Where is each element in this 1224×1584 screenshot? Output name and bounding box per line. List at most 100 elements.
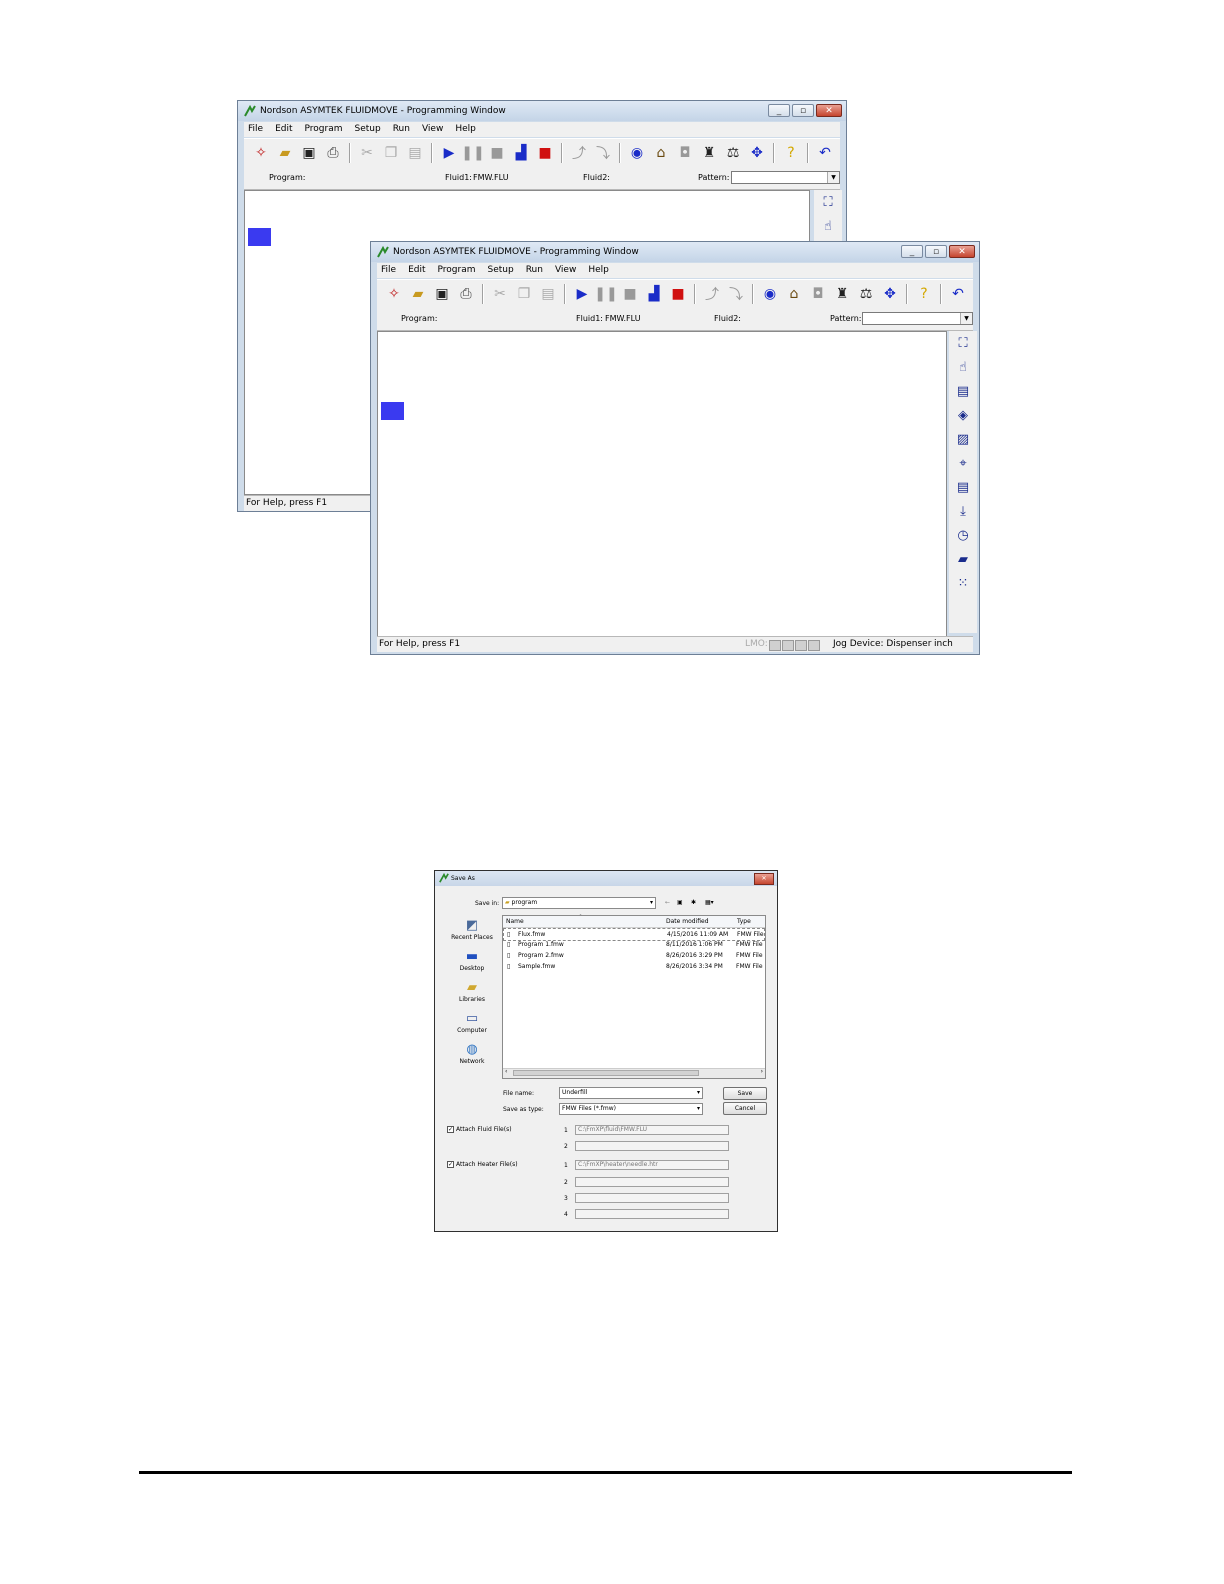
paste-icon[interactable]: ▤ xyxy=(537,283,559,305)
list-icon[interactable]: ▤ xyxy=(949,475,977,499)
menu-help[interactable]: Help xyxy=(588,263,609,278)
file-row[interactable]: ▯ Program 2.fmw 8/26/2016 3:29 PM FMW Fi… xyxy=(503,950,765,961)
menu-run[interactable]: Run xyxy=(393,122,410,137)
scroll-right-icon[interactable]: › xyxy=(761,1068,763,1075)
camera-icon[interactable]: ◘ xyxy=(674,142,696,164)
attach-fluid-field-1[interactable]: C:\FmXP\fluid\FMW.FLU xyxy=(575,1125,729,1135)
place-libraries[interactable]: ▰ Libraries xyxy=(449,979,495,1004)
place-desktop[interactable]: ▬ Desktop xyxy=(449,948,495,973)
chevron-down-icon[interactable]: ▾ xyxy=(697,1088,700,1098)
pattern-dropdown[interactable]: ▼ xyxy=(731,171,840,184)
new-folder-icon[interactable]: ✱ xyxy=(691,899,696,906)
title-bar[interactable]: Nordson ASYMTEK FLUIDMOVE - Programming … xyxy=(371,242,979,262)
menu-program[interactable]: Program xyxy=(438,263,476,278)
file-list[interactable]: Name ^ Date modified Type ▯ Flux.fmw 4/1… xyxy=(502,914,766,1079)
jog-icon[interactable]: ✥ xyxy=(746,142,768,164)
chevron-down-icon[interactable]: ▼ xyxy=(960,313,972,324)
move-right-icon[interactable]: ⤵ xyxy=(592,142,614,164)
minimize-button[interactable]: _ xyxy=(901,245,923,258)
stop-icon[interactable]: ■ xyxy=(486,142,508,164)
file-row[interactable]: ▯ Program 1.fmw 8/11/2016 1:06 PM FMW Fi… xyxy=(503,939,765,950)
menu-program[interactable]: Program xyxy=(305,122,343,137)
run-icon[interactable]: ▶ xyxy=(571,283,593,305)
fiducial-icon[interactable]: ⤓ xyxy=(949,499,977,523)
place-recent[interactable]: ◩ Recent Places xyxy=(449,917,495,942)
attach-heater-field-3[interactable] xyxy=(575,1193,729,1203)
back-icon[interactable]: ← xyxy=(665,899,670,906)
program-canvas[interactable] xyxy=(377,331,947,637)
restore-button[interactable]: ▫ xyxy=(925,245,947,258)
abort-icon[interactable]: ■ xyxy=(667,283,689,305)
close-button[interactable]: ✕ xyxy=(949,245,975,258)
attach-heater-field-1[interactable]: C:\FmXP\heater\needle.htr xyxy=(575,1160,729,1170)
attach-fluid-checkbox[interactable]: ✓ xyxy=(447,1126,454,1133)
move-up-icon[interactable]: ⤴ xyxy=(701,283,723,305)
dialog-title-bar[interactable]: Save As ✕ xyxy=(435,871,777,886)
needle-icon[interactable]: ♜ xyxy=(698,142,720,164)
align-icon[interactable]: ⌖ xyxy=(949,451,977,475)
help-icon[interactable]: ? xyxy=(913,283,935,305)
undo-icon[interactable]: ↶ xyxy=(947,283,969,305)
pause-icon[interactable]: ❚❚ xyxy=(594,283,617,305)
column-name[interactable]: Name xyxy=(506,918,524,925)
menu-edit[interactable]: Edit xyxy=(408,263,425,278)
camera-icon[interactable]: ◘ xyxy=(807,283,829,305)
home-icon[interactable]: ⌂ xyxy=(783,283,805,305)
home-icon[interactable]: ⌂ xyxy=(650,142,672,164)
needle-icon[interactable]: ♜ xyxy=(831,283,853,305)
move-right-icon[interactable]: ⤵ xyxy=(725,283,747,305)
menu-edit[interactable]: Edit xyxy=(275,122,292,137)
horizontal-scrollbar[interactable]: ‹ › xyxy=(503,1068,765,1078)
print-icon[interactable]: ⎙ xyxy=(455,283,477,305)
scroll-thumb[interactable] xyxy=(513,1070,699,1076)
calibrate-icon[interactable]: ⚖ xyxy=(722,142,744,164)
stop-icon[interactable]: ■ xyxy=(619,283,641,305)
column-date-modified[interactable]: Date modified xyxy=(666,918,709,925)
image-icon[interactable]: ▨ xyxy=(949,427,977,451)
chevron-down-icon[interactable]: ▼ xyxy=(827,172,839,183)
menu-view[interactable]: View xyxy=(422,122,443,137)
column-type[interactable]: Type xyxy=(737,918,751,925)
copy-icon[interactable]: ❐ xyxy=(380,142,402,164)
cut-icon[interactable]: ✂ xyxy=(356,142,378,164)
pause-icon[interactable]: ❚❚ xyxy=(461,142,484,164)
copy-icon[interactable]: ❐ xyxy=(513,283,535,305)
restore-button[interactable]: ▫ xyxy=(792,104,814,117)
attach-fluid-field-2[interactable] xyxy=(575,1141,729,1151)
chevron-down-icon[interactable]: ▾ xyxy=(697,1104,700,1114)
dispense-line-icon[interactable]: ⛶ xyxy=(814,190,842,214)
move-up-icon[interactable]: ⤴ xyxy=(568,142,590,164)
attach-heater-field-4[interactable] xyxy=(575,1209,729,1219)
scroll-left-icon[interactable]: ‹ xyxy=(505,1068,507,1075)
menu-setup[interactable]: Setup xyxy=(487,263,513,278)
pattern-dropdown[interactable]: ▼ xyxy=(862,312,973,325)
print-icon[interactable]: ⎙ xyxy=(322,142,344,164)
up-folder-icon[interactable]: ▣ xyxy=(677,899,683,906)
dispense-line-icon[interactable]: ⛶ xyxy=(949,331,977,355)
fluid-icon[interactable]: ◉ xyxy=(759,283,781,305)
teach-hand-icon[interactable]: ☝ xyxy=(949,355,977,379)
document-icon[interactable]: ▤ xyxy=(949,379,977,403)
tag-icon[interactable]: ◈ xyxy=(949,403,977,427)
jog-icon[interactable]: ✥ xyxy=(879,283,901,305)
teach-hand-icon[interactable]: ☝ xyxy=(814,214,842,238)
step-icon[interactable]: ▟ xyxy=(643,283,665,305)
menu-setup[interactable]: Setup xyxy=(354,122,380,137)
undo-icon[interactable]: ↶ xyxy=(814,142,836,164)
save-type-dropdown[interactable]: FMW Files (*.fmw) ▾ xyxy=(559,1103,703,1115)
attach-heater-field-2[interactable] xyxy=(575,1177,729,1187)
pattern-step-icon[interactable]: ▰ xyxy=(949,547,977,571)
title-bar[interactable]: Nordson ASYMTEK FLUIDMOVE - Programming … xyxy=(238,101,846,121)
cut-icon[interactable]: ✂ xyxy=(489,283,511,305)
save-in-dropdown[interactable]: ▰ program ▾ xyxy=(502,897,656,909)
save-icon[interactable]: ▣ xyxy=(298,142,320,164)
place-network[interactable]: ◍ Network xyxy=(449,1041,495,1066)
close-button[interactable]: ✕ xyxy=(754,873,774,885)
menu-file[interactable]: File xyxy=(381,263,396,278)
attach-heater-checkbox[interactable]: ✓ xyxy=(447,1161,454,1168)
menu-view[interactable]: View xyxy=(555,263,576,278)
run-icon[interactable]: ▶ xyxy=(438,142,460,164)
open-folder-icon[interactable]: ▰ xyxy=(407,283,429,305)
help-icon[interactable]: ? xyxy=(780,142,802,164)
wizard-icon[interactable]: ✧ xyxy=(250,142,272,164)
